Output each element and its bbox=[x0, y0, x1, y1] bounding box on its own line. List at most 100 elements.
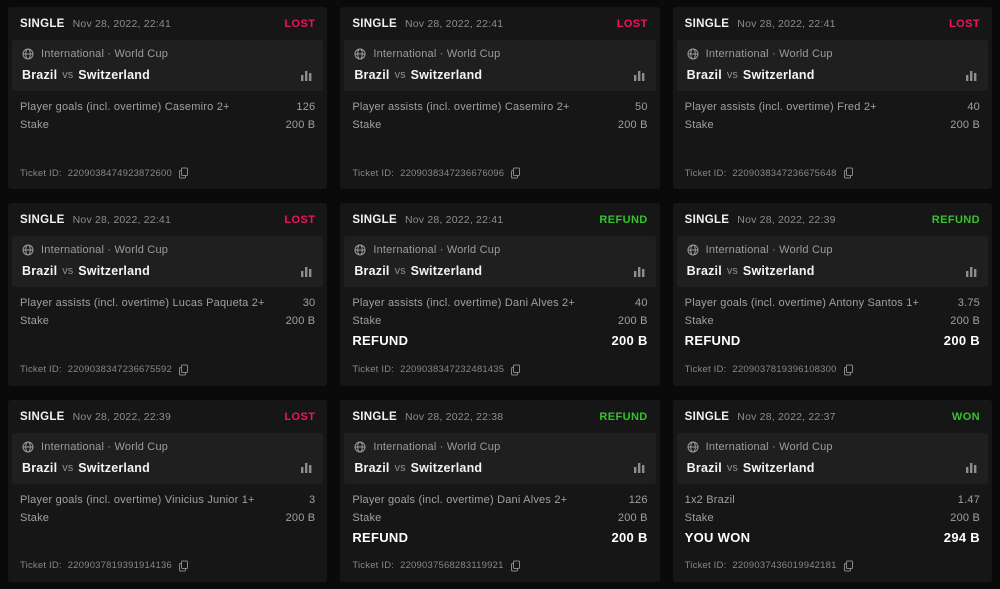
stake-value: 200 B bbox=[286, 512, 316, 524]
copy-icon[interactable] bbox=[510, 167, 521, 179]
stake-label: Stake bbox=[20, 119, 49, 131]
away-team: Switzerland bbox=[743, 264, 815, 278]
stake-label: Stake bbox=[685, 315, 714, 327]
ticket-label: Ticket ID: bbox=[352, 560, 394, 571]
odds-value: 1.47 bbox=[958, 494, 980, 506]
status-badge: WON bbox=[952, 411, 980, 423]
selection-row: Player assists (incl. overtime) Casemiro… bbox=[352, 101, 647, 113]
selection-label: Player assists (incl. overtime) Lucas Pa… bbox=[20, 297, 265, 309]
ticket-footer: Ticket ID: 2209038347236675648 bbox=[685, 167, 980, 179]
selection-row: 1x2 Brazil 1.47 bbox=[685, 494, 980, 506]
ticket-footer: Ticket ID: 2209037819396108300 bbox=[685, 364, 980, 376]
result-value: 294 B bbox=[944, 530, 980, 545]
match-panel: International · World Cup Brazil vs Swit… bbox=[12, 40, 323, 91]
stake-label: Stake bbox=[685, 119, 714, 131]
stake-row: Stake 200 B bbox=[20, 512, 315, 524]
league-row: International · World Cup bbox=[687, 48, 978, 60]
ticket-label: Ticket ID: bbox=[685, 364, 727, 375]
vs-label: vs bbox=[395, 69, 406, 81]
copy-icon[interactable] bbox=[843, 364, 854, 376]
status-badge: LOST bbox=[284, 411, 315, 423]
spacer bbox=[352, 348, 647, 363]
stake-row: Stake 200 B bbox=[352, 315, 647, 327]
ticket-id: 2209038347236675648 bbox=[732, 168, 836, 179]
ticket-label: Ticket ID: bbox=[20, 364, 62, 375]
status-badge: REFUND bbox=[599, 411, 647, 423]
match-panel: International · World Cup Brazil vs Swit… bbox=[677, 236, 988, 287]
bet-ticket-card: SINGLE Nov 28, 2022, 22:38 REFUND Intern… bbox=[340, 400, 659, 582]
copy-icon[interactable] bbox=[178, 167, 189, 179]
bar-chart-icon[interactable] bbox=[633, 266, 646, 277]
ticket-id: 2209037819391914136 bbox=[68, 560, 172, 571]
league-row: International · World Cup bbox=[687, 441, 978, 453]
match-row: Brazil vs Switzerland bbox=[22, 68, 313, 82]
bar-chart-icon[interactable] bbox=[633, 70, 646, 81]
league-row: International · World Cup bbox=[22, 441, 313, 453]
result-value: 200 B bbox=[611, 530, 647, 545]
card-header: SINGLE Nov 28, 2022, 22:38 REFUND bbox=[352, 409, 647, 425]
ticket-id: 2209037819396108300 bbox=[732, 364, 836, 375]
ticket-id: 2209038474923872600 bbox=[68, 168, 172, 179]
card-header: SINGLE Nov 28, 2022, 22:41 REFUND bbox=[352, 212, 647, 228]
selection-row: Player goals (incl. overtime) Dani Alves… bbox=[352, 494, 647, 506]
league-row: International · World Cup bbox=[354, 244, 645, 256]
selection-label: 1x2 Brazil bbox=[685, 494, 735, 506]
bet-type-label: SINGLE bbox=[352, 18, 397, 30]
away-team: Switzerland bbox=[411, 68, 483, 82]
copy-icon[interactable] bbox=[843, 167, 854, 179]
copy-icon[interactable] bbox=[510, 364, 521, 376]
stake-row: Stake 200 B bbox=[352, 119, 647, 131]
bar-chart-icon[interactable] bbox=[965, 266, 978, 277]
selection-label: Player goals (incl. overtime) Casemiro 2… bbox=[20, 101, 230, 113]
league-label: International · World Cup bbox=[373, 441, 500, 453]
bet-date: Nov 28, 2022, 22:37 bbox=[737, 411, 835, 423]
stake-label: Stake bbox=[20, 512, 49, 524]
league-label: International · World Cup bbox=[373, 48, 500, 60]
bet-date: Nov 28, 2022, 22:38 bbox=[405, 411, 503, 423]
bar-chart-icon[interactable] bbox=[300, 266, 313, 277]
bet-rows: Player goals (incl. overtime) Casemiro 2… bbox=[20, 101, 315, 137]
stake-label: Stake bbox=[20, 315, 49, 327]
copy-icon[interactable] bbox=[178, 560, 189, 572]
bar-chart-icon[interactable] bbox=[633, 462, 646, 473]
bar-chart-icon[interactable] bbox=[965, 70, 978, 81]
status-badge: LOST bbox=[617, 18, 648, 30]
result-row: REFUND 200 B bbox=[352, 333, 647, 348]
match-panel: International · World Cup Brazil vs Swit… bbox=[344, 40, 655, 91]
selection-row: Player assists (incl. overtime) Lucas Pa… bbox=[20, 297, 315, 309]
odds-value: 40 bbox=[635, 297, 648, 309]
globe-icon bbox=[354, 48, 366, 60]
copy-icon[interactable] bbox=[510, 560, 521, 572]
selection-label: Player goals (incl. overtime) Antony San… bbox=[685, 297, 920, 309]
bar-chart-icon[interactable] bbox=[300, 70, 313, 81]
home-team: Brazil bbox=[354, 264, 389, 278]
league-row: International · World Cup bbox=[354, 441, 645, 453]
copy-icon[interactable] bbox=[843, 560, 854, 572]
odds-value: 3 bbox=[309, 494, 315, 506]
globe-icon bbox=[22, 244, 34, 256]
copy-icon[interactable] bbox=[178, 364, 189, 376]
stake-value: 200 B bbox=[286, 315, 316, 327]
bar-chart-icon[interactable] bbox=[300, 462, 313, 473]
bar-chart-icon[interactable] bbox=[965, 462, 978, 473]
selection-label: Player goals (incl. overtime) Dani Alves… bbox=[352, 494, 567, 506]
match-row: Brazil vs Switzerland bbox=[22, 264, 313, 278]
result-label: YOU WON bbox=[685, 530, 751, 545]
match-panel: International · World Cup Brazil vs Swit… bbox=[344, 433, 655, 484]
match-panel: International · World Cup Brazil vs Swit… bbox=[677, 40, 988, 91]
stake-value: 200 B bbox=[950, 512, 980, 524]
ticket-footer: Ticket ID: 2209038347232481435 bbox=[352, 364, 647, 376]
away-team: Switzerland bbox=[743, 68, 815, 82]
stake-value: 200 B bbox=[618, 315, 648, 327]
match-row: Brazil vs Switzerland bbox=[22, 461, 313, 475]
home-team: Brazil bbox=[22, 68, 57, 82]
ticket-id: 2209038347232481435 bbox=[400, 364, 504, 375]
stake-row: Stake 200 B bbox=[685, 119, 980, 131]
match-row: Brazil vs Switzerland bbox=[687, 461, 978, 475]
selection-label: Player assists (incl. overtime) Dani Alv… bbox=[352, 297, 575, 309]
stake-label: Stake bbox=[685, 512, 714, 524]
result-label: REFUND bbox=[685, 333, 741, 348]
globe-icon bbox=[354, 244, 366, 256]
ticket-label: Ticket ID: bbox=[352, 364, 394, 375]
bet-type-label: SINGLE bbox=[20, 18, 65, 30]
